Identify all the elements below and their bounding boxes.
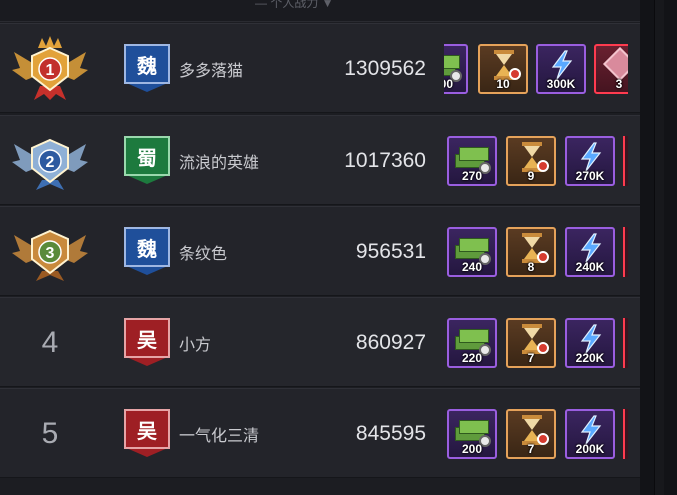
reward-items: 240 8 240K (444, 227, 628, 279)
reward-items: 270 9 270K (444, 136, 628, 188)
svg-text:3: 3 (46, 245, 55, 262)
reward-quantity: 240K (575, 260, 605, 274)
reward-item-speedup[interactable]: 300K (536, 44, 586, 94)
reward-item-speedup[interactable]: 200K (565, 409, 615, 459)
reward-quantity: 220K (575, 351, 605, 365)
gem-icon (603, 47, 628, 81)
leaderboard-row[interactable]: 4 吴小方 860927 220 7 220K (0, 297, 640, 387)
reward-quantity: 270 (461, 169, 483, 183)
reward-item-hourglass[interactable]: 7 (506, 409, 556, 459)
reward-item-cash[interactable]: 200 (447, 409, 497, 459)
reward-items: 300 10 300K 3 (444, 44, 628, 96)
reward-quantity: 270K (575, 169, 605, 183)
player-name[interactable]: 条纹色 (179, 207, 227, 297)
power-score: 845595 (355, 422, 426, 445)
reward-quantity: 200 (461, 442, 483, 456)
reward-quantity: 9 (527, 169, 535, 183)
reward-quantity: 300K (546, 77, 576, 91)
faction-banner-icon: 魏 (124, 44, 170, 94)
faction-banner-icon: 吴 (124, 318, 170, 368)
reward-items: 220 7 220K (444, 318, 628, 370)
rank-number: 4 (41, 326, 59, 359)
lightning-bolt-icon (577, 415, 605, 445)
rank-gold-medal-icon: 1 (12, 36, 88, 100)
power-score: 860927 (355, 331, 426, 354)
faction-label: 魏 (124, 227, 170, 267)
reward-quantity: 8 (527, 260, 535, 274)
reward-item-hourglass[interactable]: 9 (506, 136, 556, 186)
svg-text:2: 2 (46, 154, 55, 171)
power-score: 1309562 (344, 57, 426, 80)
reward-item-clipped[interactable] (623, 227, 628, 277)
leaderboard-panel: — 个人战力 ▼ 1魏多多落猫130956230010300K32蜀流浪的英雄1… (0, 0, 640, 495)
player-name[interactable]: 流浪的英雄 (179, 116, 259, 206)
reward-quantity: 200K (575, 442, 605, 456)
reward-quantity: 7 (527, 442, 535, 456)
rank-bronze-medal-icon: 3 (12, 229, 88, 281)
lightning-bolt-icon (577, 142, 605, 172)
reward-item-hourglass[interactable]: 7 (506, 318, 556, 368)
faction-label: 吴 (124, 318, 170, 358)
reward-quantity: 300 (444, 77, 454, 91)
reward-item-gem[interactable]: 3 (594, 44, 628, 94)
leaderboard-row[interactable]: 5 吴一气化三清 845595 200 7 200K (0, 388, 640, 478)
reward-item-clipped[interactable] (623, 318, 628, 368)
header-title: — 个人战力 ▼ (255, 0, 334, 10)
faction-label: 吴 (124, 409, 170, 449)
rank-cell: 1 (12, 24, 88, 114)
rank-number: 5 (41, 417, 59, 450)
reward-quantity: 10 (496, 77, 510, 91)
reward-item-clipped[interactable] (623, 409, 628, 459)
svg-text:1: 1 (46, 62, 55, 79)
rank-cell: 5 (12, 389, 88, 479)
reward-item-cash[interactable]: 220 (447, 318, 497, 368)
reward-item-cash[interactable]: 240 (447, 227, 497, 277)
player-name[interactable]: 一气化三清 (179, 389, 259, 479)
reward-item-speedup[interactable]: 240K (565, 227, 615, 277)
faction-banner-icon: 吴 (124, 409, 170, 459)
power-score: 1017360 (344, 149, 426, 172)
faction-banner-icon: 蜀 (124, 136, 170, 186)
reward-item-speedup[interactable]: 270K (565, 136, 615, 186)
leaderboard-row[interactable]: 3 魏条纹色 956531 240 8 240K (0, 206, 640, 296)
scrollbar-rail (654, 0, 664, 495)
rank-cell: 2 (12, 116, 88, 206)
lightning-bolt-icon (548, 50, 576, 80)
reward-item-speedup[interactable]: 220K (565, 318, 615, 368)
leaderboard-row[interactable]: 2 蜀流浪的英雄 1017360 270 9 270K (0, 115, 640, 205)
rank-silver-medal-icon: 2 (12, 138, 88, 190)
scrollbar-track[interactable] (640, 0, 677, 495)
reward-quantity: 220 (461, 351, 483, 365)
faction-banner-icon: 魏 (124, 227, 170, 277)
player-name[interactable]: 小方 (179, 298, 211, 388)
rank-cell: 4 (12, 298, 88, 388)
lightning-bolt-icon (577, 233, 605, 263)
power-score: 956531 (355, 240, 426, 263)
player-name[interactable]: 多多落猫 (179, 24, 243, 114)
reward-item-clipped[interactable] (623, 136, 628, 186)
reward-quantity: 3 (615, 77, 623, 91)
reward-quantity: 240 (461, 260, 483, 274)
reward-item-cash[interactable]: 270 (447, 136, 497, 186)
rank-cell: 3 (12, 207, 88, 297)
leaderboard-header[interactable]: — 个人战力 ▼ (0, 0, 640, 22)
faction-label: 蜀 (124, 136, 170, 176)
reward-quantity: 7 (527, 351, 535, 365)
lightning-bolt-icon (577, 324, 605, 354)
reward-items: 200 7 200K (444, 409, 628, 461)
leaderboard-row[interactable]: 1 魏多多落猫 1309562 300 10 300K 3 (0, 23, 640, 113)
faction-label: 魏 (124, 44, 170, 84)
reward-item-hourglass[interactable]: 8 (506, 227, 556, 277)
reward-item-hourglass[interactable]: 10 (478, 44, 528, 94)
reward-item-cash[interactable]: 300 (444, 44, 468, 94)
